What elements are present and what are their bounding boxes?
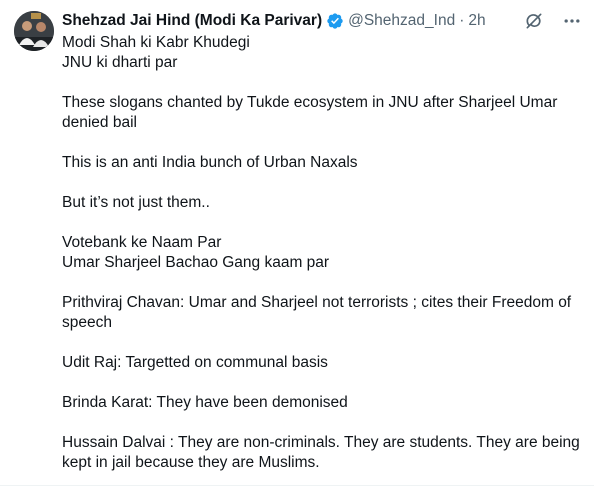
avatar-image — [14, 11, 54, 51]
avatar[interactable] — [14, 11, 54, 51]
tweet-paragraph: But it’s not just them.. — [62, 193, 584, 213]
more-options-icon[interactable] — [562, 11, 582, 31]
tweet-paragraph: Hussain Dalvai : They are non-criminals.… — [62, 433, 584, 473]
header-separator: · — [459, 12, 465, 29]
tweet-text-line: Udit Raj: Targetted on communal basis — [62, 354, 328, 371]
tweet-text-line: Hussain Dalvai : They are non-criminals.… — [62, 434, 580, 451]
tweet-text-line: speech — [62, 314, 112, 331]
tweet-paragraph: Modi Shah ki Kabr Khudegi JNU ki dharti p… — [62, 33, 584, 73]
tweet-text-line: kept in jail because they are Muslims. — [62, 454, 320, 471]
tweet-paragraph: These slogans chanted by Tukde ecosystem… — [62, 93, 584, 133]
tweet: Shehzad Jai Hind (Modi Ka Parivar) @Sheh… — [0, 0, 594, 486]
verified-badge-icon[interactable] — [326, 12, 344, 30]
tweet-text-line: Modi Shah ki Kabr Khudegi — [62, 34, 250, 51]
grok-icon[interactable] — [524, 11, 544, 31]
header-actions — [524, 10, 582, 32]
tweet-text-line: These slogans chanted by Tukde ecosystem… — [62, 94, 558, 111]
tweet-text-line: Votebank ke Naam Par — [62, 234, 222, 251]
tweet-text-line: JNU ki dharti par — [62, 54, 178, 71]
tweet-text-line: Umar Sharjeel Bachao Gang kaam par — [62, 254, 330, 271]
tweet-paragraph: Brinda Karat: They have been demonised — [62, 393, 584, 413]
tweet-text-line: Brinda Karat: They have been demonised — [62, 394, 348, 411]
tweet-header: Shehzad Jai Hind (Modi Ka Parivar) @Sheh… — [62, 10, 486, 32]
tweet-text-line: But it’s not just them.. — [62, 194, 210, 211]
tweet-text: Modi Shah ki Kabr Khudegi JNU ki dharti p… — [62, 33, 584, 493]
tweet-text-line: Prithviraj Chavan: Umar and Sharjeel not… — [62, 294, 572, 311]
author-display-name[interactable]: Shehzad Jai Hind (Modi Ka Parivar) — [62, 12, 322, 30]
tweet-paragraph: Votebank ke Naam Par Umar Sharjeel Bachao… — [62, 233, 584, 273]
tweet-paragraph: Prithviraj Chavan: Umar and Sharjeel not… — [62, 293, 584, 333]
tweet-paragraph: This is an anti India bunch of Urban Nax… — [62, 153, 584, 173]
tweet-text-line: denied bail — [62, 114, 137, 131]
tweet-text-line: This is an anti India bunch of Urban Nax… — [62, 154, 358, 171]
author-handle[interactable]: @Shehzad_Ind — [348, 12, 455, 30]
post-time[interactable]: 2h — [468, 12, 485, 30]
tweet-paragraph: Udit Raj: Targetted on communal basis — [62, 353, 584, 373]
